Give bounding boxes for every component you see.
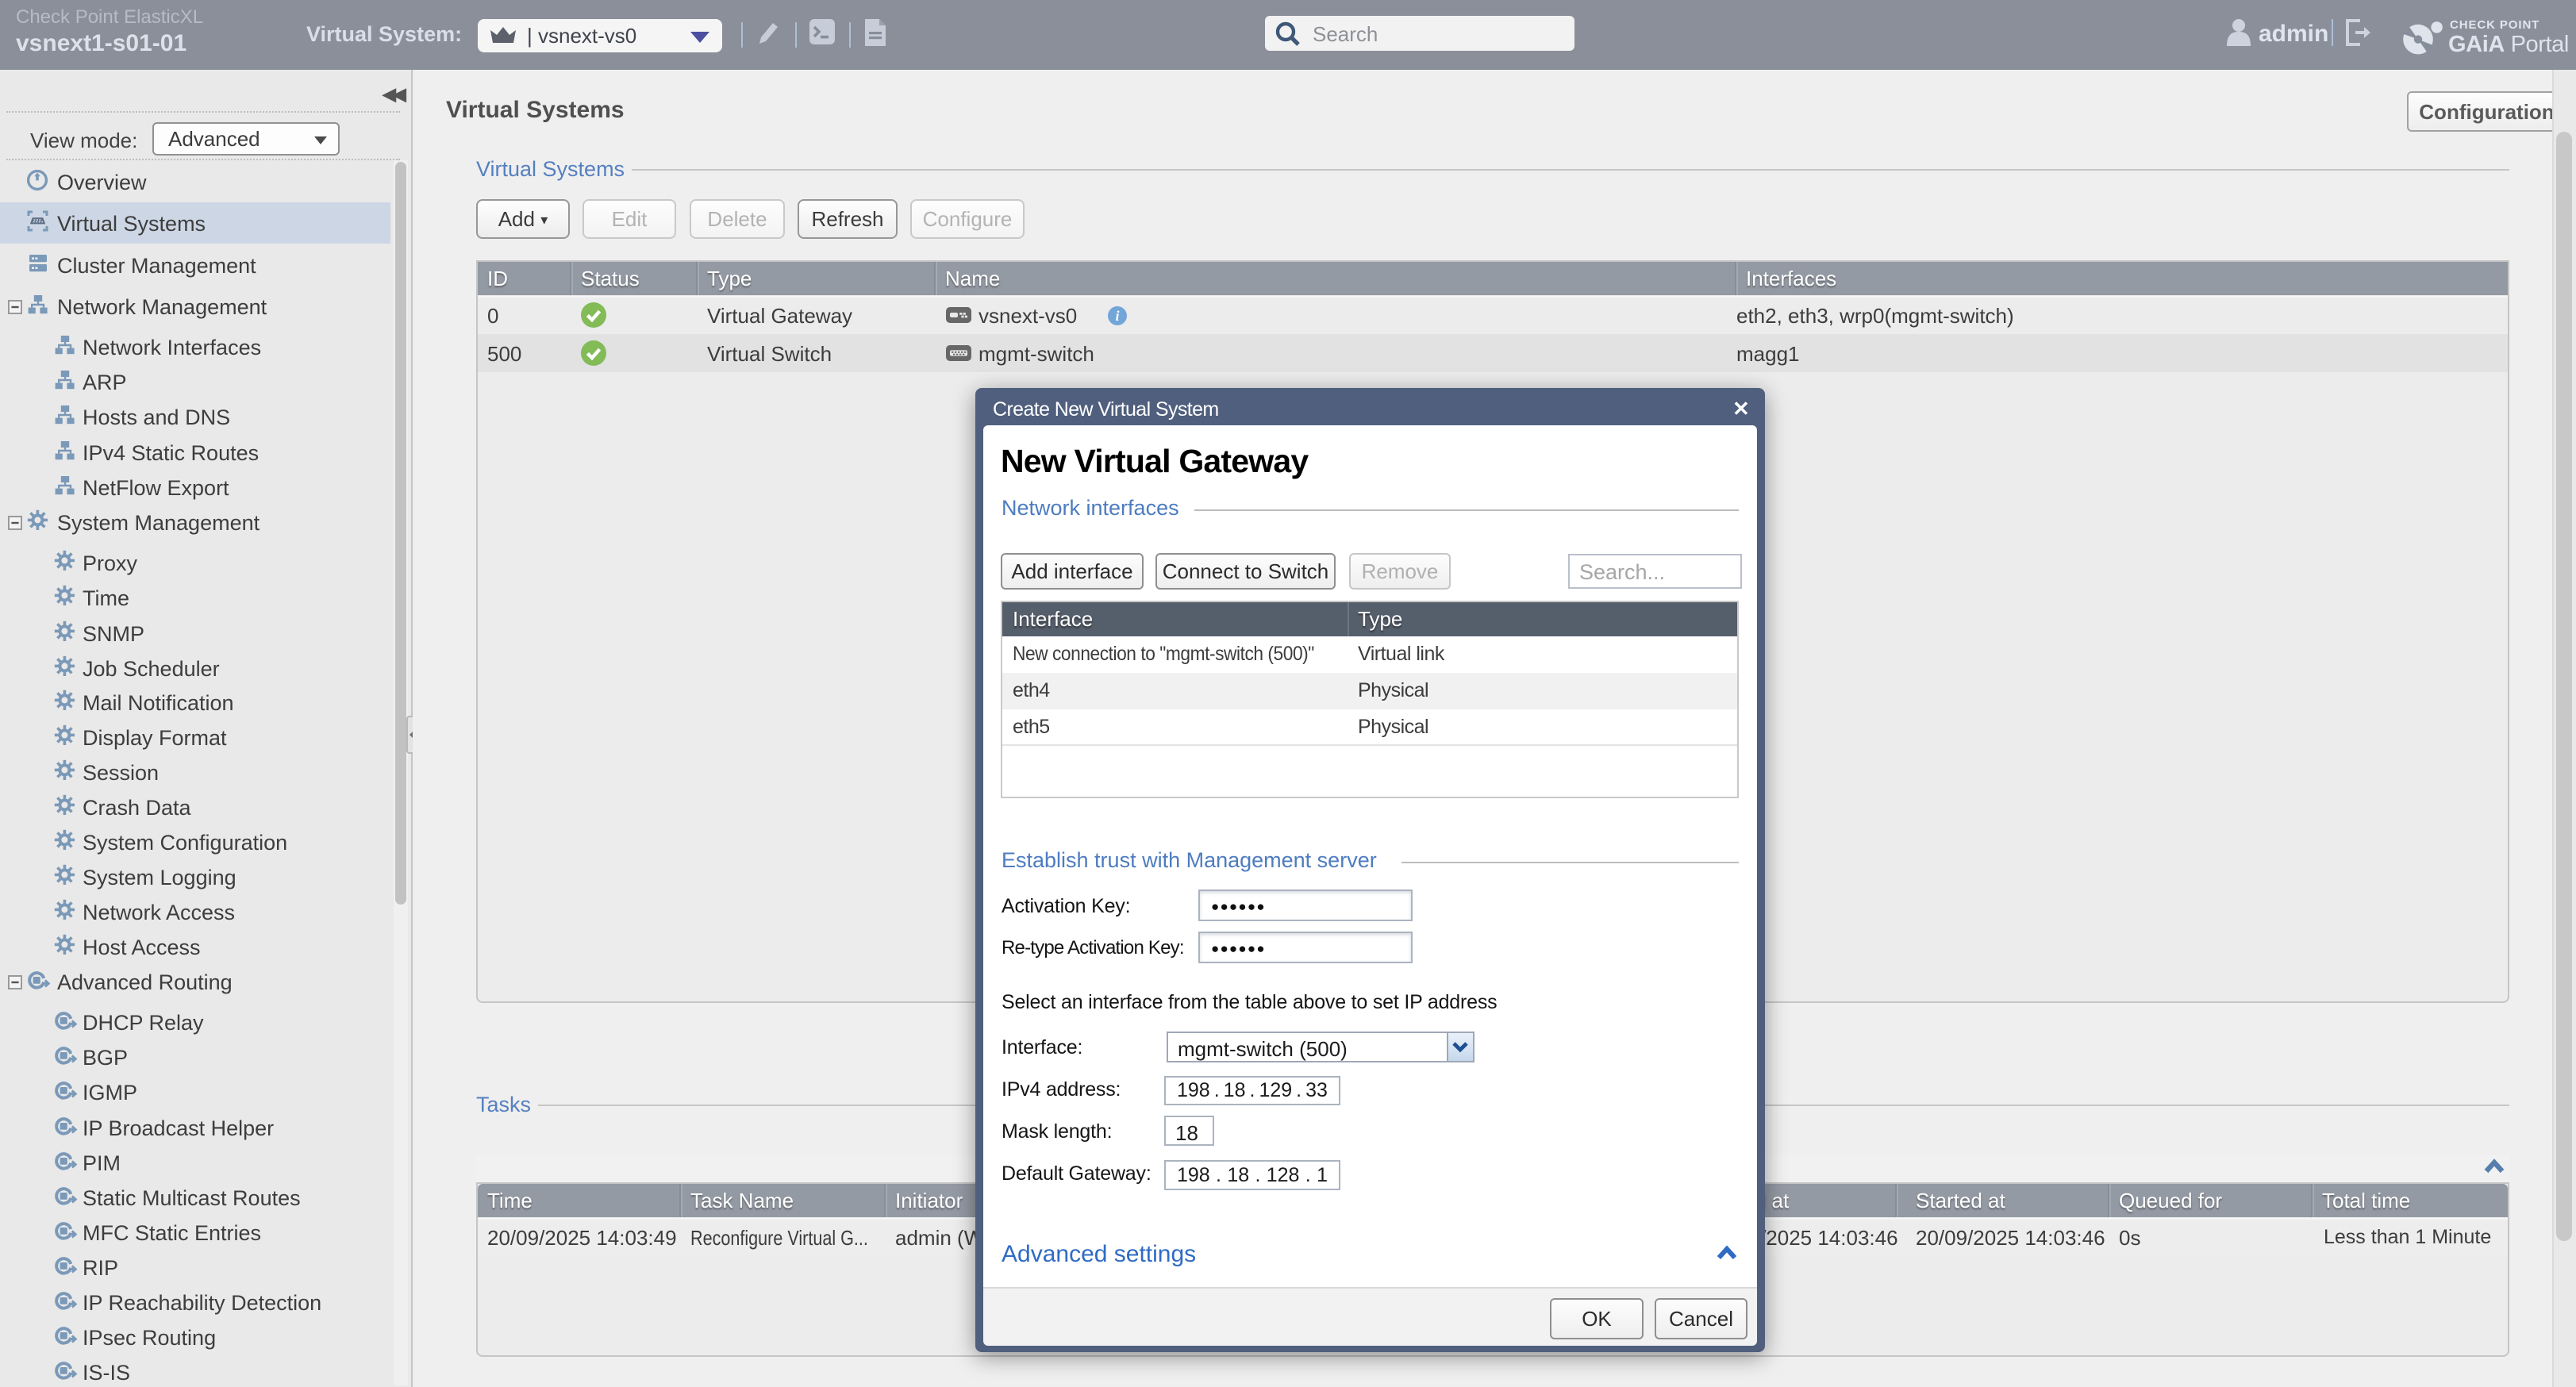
svg-text:i: i xyxy=(1115,308,1119,324)
